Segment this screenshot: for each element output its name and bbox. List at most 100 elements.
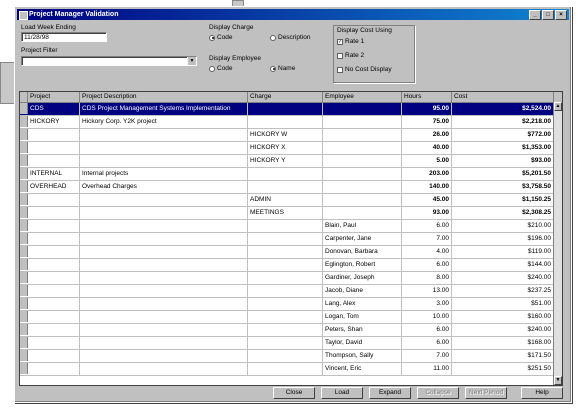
table-row[interactable]: Vincent, Eric 11.00 $251.50 (20, 363, 554, 376)
column-header-employee[interactable]: Employee (323, 92, 402, 102)
chevron-down-icon[interactable]: ▼ (187, 57, 196, 65)
row-selector[interactable] (20, 246, 28, 257)
cell-desc (80, 311, 248, 323)
cell-desc (80, 285, 248, 297)
cell-employee: Thompson, Sally (323, 350, 402, 362)
cell-project (28, 155, 80, 167)
table-row[interactable]: Eglington, Robert 6.00 $144.00 (20, 259, 554, 272)
cell-cost: $240.00 (452, 272, 554, 284)
close-button[interactable]: Close (273, 387, 315, 399)
column-header-cost[interactable]: Cost (452, 92, 554, 102)
next-period-button[interactable]: Next Period (465, 387, 507, 399)
cell-charge (248, 337, 323, 349)
charge-code-radio[interactable]: Code (209, 34, 233, 41)
cell-desc (80, 246, 248, 258)
row-selector[interactable] (20, 311, 28, 322)
cell-charge (248, 272, 323, 284)
table-row[interactable]: OVERHEAD Overhead Charges 140.00 $3,758.50 (20, 181, 554, 194)
table-row[interactable]: Gardiner, Joseph 8.00 $240.00 (20, 272, 554, 285)
row-selector[interactable] (20, 272, 28, 283)
cell-cost: $210.00 (452, 220, 554, 232)
employee-name-radio[interactable]: Name (270, 65, 295, 72)
table-row[interactable]: Jacob, Diane 13.00 $237.25 (20, 285, 554, 298)
minimize-button[interactable]: _ (529, 10, 541, 20)
display-employee-label: Display Employee (209, 55, 262, 62)
cell-desc: Internal projects (80, 168, 248, 180)
cell-project: OVERHEAD (28, 181, 80, 193)
close-icon[interactable]: × (555, 10, 567, 20)
row-selector[interactable] (20, 298, 28, 309)
row-selector[interactable] (20, 194, 28, 205)
cell-cost: $240.00 (452, 324, 554, 336)
table-row[interactable]: HICKORY Y 5.00 $93.00 (20, 155, 554, 168)
row-selector[interactable] (20, 259, 28, 270)
rate1-checkbox[interactable]: ✓ Rate 1 (337, 38, 364, 45)
table-row[interactable]: HICKORY W 26.00 $772.00 (20, 129, 554, 142)
row-selector[interactable] (20, 155, 28, 166)
row-selector[interactable] (20, 324, 28, 335)
table-row[interactable]: Carpenter, Jane 7.00 $196.00 (20, 233, 554, 246)
table-row[interactable]: ADMIN 45.00 $1,150.25 (20, 194, 554, 207)
table-row[interactable]: Peters, Shan 6.00 $240.00 (20, 324, 554, 337)
row-selector[interactable] (20, 168, 28, 179)
project-manager-validation-window: Project Manager Validation _ □ × Load We… (14, 6, 572, 403)
cell-project (28, 194, 80, 206)
row-selector[interactable] (20, 129, 28, 140)
validation-grid[interactable]: Project Project Description Charge Emplo… (19, 91, 563, 386)
table-row[interactable]: HICKORY X 40.00 $1,353.00 (20, 142, 554, 155)
expand-button[interactable]: Expand (369, 387, 411, 399)
rate2-checkbox[interactable]: Rate 2 (337, 52, 364, 59)
table-row[interactable]: HICKORY Hickory Corp. Y2K project 75.00 $2,… (20, 116, 554, 129)
maximize-button[interactable]: □ (542, 10, 554, 20)
row-selector[interactable] (20, 220, 28, 231)
row-selector[interactable] (20, 142, 28, 153)
vertical-scrollbar[interactable]: ▲ ▼ (553, 102, 562, 385)
table-row[interactable]: Logan, Tom 10.00 $160.00 (20, 311, 554, 324)
cell-employee (323, 129, 402, 141)
row-selector[interactable] (20, 207, 28, 218)
help-button[interactable]: Help (521, 387, 563, 399)
cell-hours: 4.00 (402, 246, 452, 258)
title-bar: Project Manager Validation _ □ × (17, 9, 569, 20)
scroll-up-icon[interactable]: ▲ (554, 102, 562, 111)
project-filter-select[interactable]: ▼ (21, 56, 197, 66)
cell-charge (248, 246, 323, 258)
cell-charge (248, 324, 323, 336)
charge-description-radio[interactable]: Description (270, 34, 311, 41)
table-row[interactable]: INTERNAL Internal projects 203.00 $5,201.50 (20, 168, 554, 181)
cell-desc (80, 337, 248, 349)
employee-code-radio[interactable]: Code (209, 65, 233, 72)
column-header-project[interactable]: Project (28, 92, 80, 102)
row-selector[interactable] (20, 363, 28, 374)
row-selector[interactable] (20, 116, 28, 127)
load-week-input[interactable]: 11/28/98 (21, 32, 107, 42)
cell-project (28, 311, 80, 323)
row-selector[interactable] (20, 181, 28, 192)
table-row[interactable]: Taylor, David 6.00 $168.00 (20, 337, 554, 350)
row-selector[interactable] (20, 337, 28, 348)
scroll-down-icon[interactable]: ▼ (554, 376, 562, 385)
cell-charge: HICKORY W (248, 129, 323, 141)
cell-employee (323, 103, 402, 115)
cell-project (28, 129, 80, 141)
column-header-hours[interactable]: Hours (402, 92, 452, 102)
table-row[interactable]: Thompson, Sally 7.00 $171.50 (20, 350, 554, 363)
table-row[interactable]: MEETINGS 93.00 $2,308.25 (20, 207, 554, 220)
column-header-charge[interactable]: Charge (248, 92, 323, 102)
table-row[interactable]: Lang, Alex 3.00 $51.00 (20, 298, 554, 311)
collapse-button[interactable]: Collapse (417, 387, 459, 399)
cell-desc (80, 233, 248, 245)
cell-project (28, 207, 80, 219)
table-row[interactable]: Donovan, Barbara 4.00 $119.00 (20, 246, 554, 259)
table-row[interactable]: CDS CDS Project Management Systems Implem… (20, 103, 554, 116)
load-button[interactable]: Load (321, 387, 363, 399)
column-header-description[interactable]: Project Description (80, 92, 248, 102)
cell-hours: 3.00 (402, 298, 452, 310)
row-selector[interactable] (20, 350, 28, 361)
row-selector[interactable] (20, 233, 28, 244)
row-selector[interactable] (20, 285, 28, 296)
row-selector[interactable] (20, 103, 28, 114)
table-row[interactable]: Blain, Paul 6.00 $210.00 (20, 220, 554, 233)
no-cost-checkbox[interactable]: No Cost Display (337, 66, 392, 73)
cell-cost: $1,150.25 (452, 194, 554, 206)
